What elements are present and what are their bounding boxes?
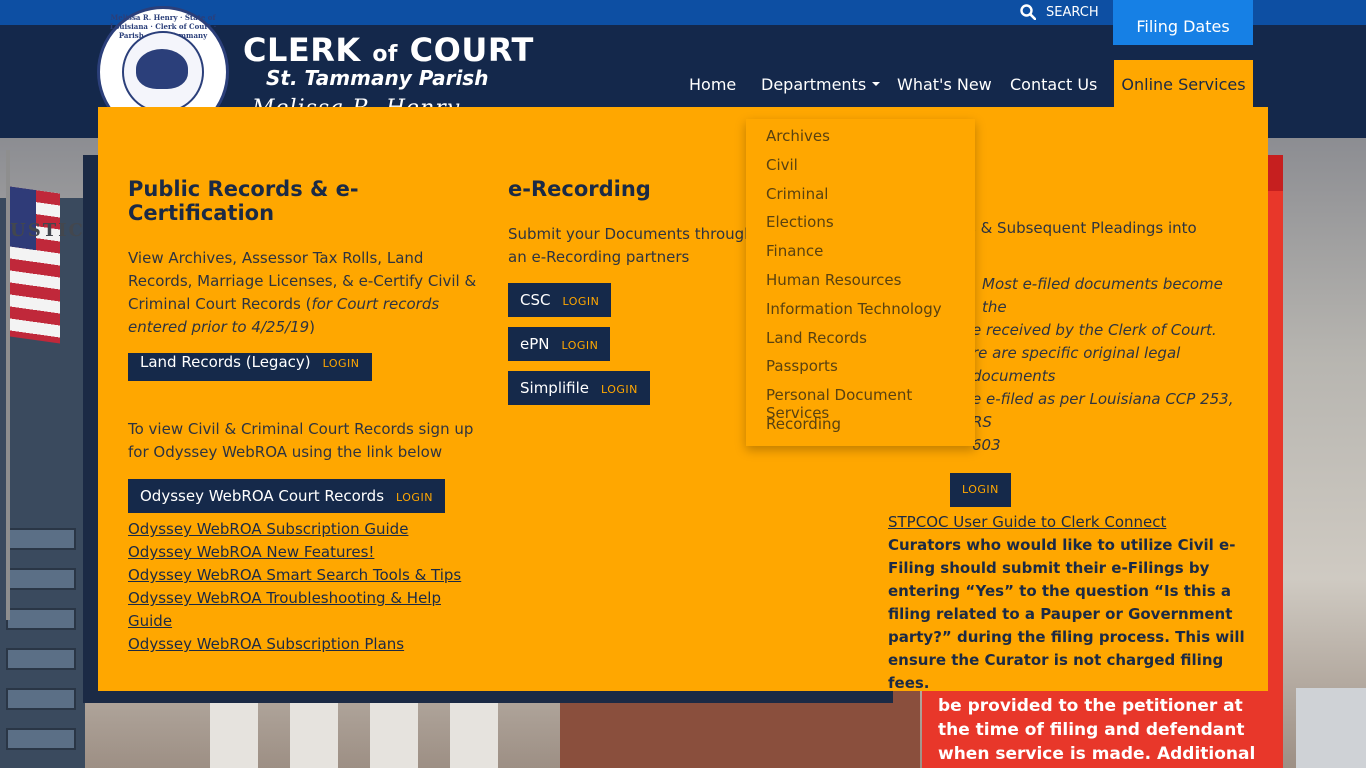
- dept-finance[interactable]: Finance: [746, 242, 975, 271]
- departments-dropdown: Archives Civil Criminal Elections Financ…: [746, 119, 975, 446]
- e-filing-login-button[interactable]: LOGIN: [950, 473, 1011, 507]
- odyssey-link-troubleshooting[interactable]: Odyssey WebROA Troubleshooting & Help Gu…: [128, 587, 478, 633]
- nav-departments[interactable]: Departments: [761, 60, 881, 108]
- filing-dates-button[interactable]: Filing Dates: [1113, 0, 1253, 45]
- caret-down-icon: [872, 82, 881, 86]
- simplifile-button[interactable]: Simplifile LOGIN: [508, 371, 650, 405]
- public-records-description: View Archives, Assessor Tax Rolls, Land …: [128, 249, 477, 336]
- e-recording-column: e-Recording Submit your Documents throug…: [508, 177, 768, 405]
- odyssey-link-subscription-plans[interactable]: Odyssey WebROA Subscription Plans: [128, 633, 478, 656]
- odyssey-description: To view Civil & Criminal Court Records s…: [128, 420, 474, 461]
- nav-contact-us[interactable]: Contact Us: [1010, 60, 1097, 108]
- land-records-button[interactable]: Land Records (Legacy) LOGIN: [128, 353, 372, 381]
- e-recording-description: Submit your Documents through an e-Recor…: [508, 225, 754, 266]
- site-title[interactable]: CLERK of COURT: [243, 31, 534, 69]
- dept-elections[interactable]: Elections: [746, 213, 975, 242]
- online-services-menu: Public Records & e-Certification View Ar…: [98, 107, 1268, 692]
- dept-archives[interactable]: Archives: [746, 127, 975, 156]
- curators-note: Curators who would like to utilize Civil…: [888, 536, 1245, 692]
- dept-passports[interactable]: Passports: [746, 357, 975, 386]
- csc-button[interactable]: CSC LOGIN: [508, 283, 612, 317]
- epn-button[interactable]: ePN LOGIN: [508, 327, 611, 361]
- dept-recording[interactable]: Recording: [746, 415, 975, 444]
- nav-whats-new[interactable]: What's New: [897, 60, 992, 108]
- dept-civil[interactable]: Civil: [746, 156, 975, 185]
- search-icon: [1020, 4, 1036, 20]
- clerk-connect-guide-link[interactable]: STPCOC User Guide to Clerk Connect: [888, 511, 1248, 534]
- nav-home[interactable]: Home: [689, 60, 736, 108]
- public-records-column: Public Records & e-Certification View Ar…: [128, 177, 478, 656]
- justice-engraving: USTIC: [10, 220, 85, 241]
- search-button[interactable]: SEARCH: [1020, 4, 1099, 20]
- odyssey-link-smart-search[interactable]: Odyssey WebROA Smart Search Tools & Tips: [128, 564, 478, 587]
- nav-online-services[interactable]: Online Services: [1114, 60, 1253, 108]
- dept-information-technology[interactable]: Information Technology: [746, 300, 975, 329]
- notice-text: be provided to the petitioner at the tim…: [938, 696, 1256, 764]
- dept-personal-document-services[interactable]: Personal Document Services: [746, 386, 975, 422]
- dept-criminal[interactable]: Criminal: [746, 185, 975, 214]
- dept-land-records[interactable]: Land Records: [746, 329, 975, 358]
- odyssey-link-new-features[interactable]: Odyssey WebROA New Features!: [128, 541, 478, 564]
- building-right: [1296, 688, 1366, 768]
- odyssey-button[interactable]: Odyssey WebROA Court Records LOGIN: [128, 479, 445, 513]
- public-records-heading: Public Records & e-Certification: [128, 177, 359, 225]
- site-subtitle: St. Tammany Parish: [266, 66, 489, 90]
- us-flag-icon: [10, 186, 60, 344]
- dept-human-resources[interactable]: Human Resources: [746, 271, 975, 300]
- search-label: SEARCH: [1046, 4, 1099, 20]
- pelican-icon: [136, 49, 188, 89]
- odyssey-link-subscription-guide[interactable]: Odyssey WebROA Subscription Guide: [128, 518, 478, 541]
- e-recording-heading: e-Recording: [508, 177, 651, 201]
